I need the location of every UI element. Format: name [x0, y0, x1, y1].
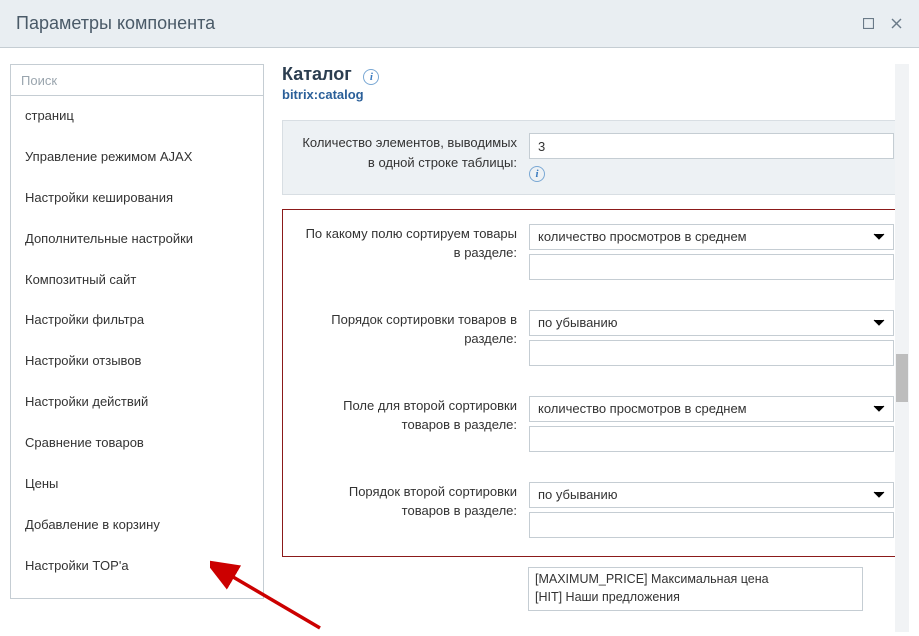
bottom-multiselect[interactable]: [MAXIMUM_PRICE] Максимальная цена [HIT] …	[528, 567, 863, 611]
form-field: количество просмотров в среднем	[529, 396, 894, 456]
sort2-field-input[interactable]	[529, 426, 894, 452]
page-title: Каталог	[282, 64, 352, 84]
main-scrollbar[interactable]	[895, 64, 909, 632]
component-name: bitrix:catalog	[282, 87, 909, 102]
sort1-field-input[interactable]	[529, 254, 894, 280]
main-header: Каталог i bitrix:catalog	[282, 64, 909, 102]
form-label: Порядок сортировки товаров в разделе:	[297, 310, 529, 349]
sidebar-list[interactable]: страниц Управление режимом AJAX Настройк…	[10, 96, 264, 599]
form-field: по убыванию	[529, 482, 894, 542]
multiselect-option[interactable]: [HIT] Наши предложения	[535, 588, 856, 607]
highlight-box: По какому полю сортируем товары в раздел…	[282, 209, 909, 557]
form-field: по убыванию	[529, 310, 894, 370]
sort1-order-select[interactable]: по убыванию	[529, 310, 894, 336]
sort2-field-select[interactable]: количество просмотров в среднем	[529, 396, 894, 422]
form-field: количество просмотров в среднем	[529, 224, 894, 284]
form-row-sort1-field: По какому полю сортируем товары в раздел…	[297, 224, 894, 284]
content-area: страниц Управление режимом AJAX Настройк…	[0, 48, 919, 632]
sidebar-item[interactable]: Настройки фильтра	[11, 300, 263, 341]
sidebar-item[interactable]: Настройки кеширования	[11, 178, 263, 219]
sort2-order-input[interactable]	[529, 512, 894, 538]
sidebar-item[interactable]: Настройки TOP'а	[11, 546, 263, 587]
sidebar-item[interactable]: Дополнительные настройки	[11, 219, 263, 260]
main-panel: Каталог i bitrix:catalog Количество элем…	[264, 64, 909, 632]
form-row-sort1-order: Порядок сортировки товаров в разделе: по…	[297, 310, 894, 370]
sidebar-item[interactable]: Управление режимом AJAX	[11, 137, 263, 178]
window-title: Параметры компонента	[16, 13, 861, 34]
sidebar-item[interactable]: страниц	[11, 96, 263, 137]
form-box-count: Количество элементов, выводимых в одной …	[282, 120, 909, 195]
sidebar-item[interactable]: Настройки отзывов	[11, 341, 263, 382]
bottom-multiselect-wrap: [MAXIMUM_PRICE] Максимальная цена [HIT] …	[528, 567, 909, 611]
form-label: По какому полю сортируем товары в раздел…	[297, 224, 529, 263]
sidebar-item[interactable]: Сравнение товаров	[11, 423, 263, 464]
sort1-order-input[interactable]	[529, 340, 894, 366]
titlebar: Параметры компонента	[0, 0, 919, 48]
form-label: Порядок второй сортировки товаров в разд…	[297, 482, 529, 521]
count-input[interactable]	[529, 133, 894, 159]
sidebar-item[interactable]: Цены	[11, 464, 263, 505]
search-box	[10, 64, 264, 96]
search-input[interactable]	[21, 73, 253, 88]
maximize-button[interactable]	[861, 17, 875, 31]
square-icon	[863, 18, 874, 29]
close-icon	[891, 18, 902, 29]
form-label: Количество элементов, выводимых в одной …	[297, 133, 529, 172]
form-row-sort2-order: Порядок второй сортировки товаров в разд…	[297, 482, 894, 542]
sidebar-item[interactable]: Настройки списка разделов	[11, 587, 263, 599]
multiselect-option[interactable]: [MAXIMUM_PRICE] Максимальная цена	[535, 570, 856, 589]
sidebar-item[interactable]: Настройки действий	[11, 382, 263, 423]
info-icon[interactable]: i	[529, 166, 545, 182]
sort1-field-select[interactable]: количество просмотров в среднем	[529, 224, 894, 250]
sidebar-item[interactable]: Добавление в корзину	[11, 505, 263, 546]
form-field: i	[529, 133, 894, 182]
form-row-sort2-field: Поле для второй сортировки товаров в раз…	[297, 396, 894, 456]
scroll-thumb[interactable]	[896, 354, 908, 402]
sidebar: страниц Управление режимом AJAX Настройк…	[10, 64, 264, 632]
close-button[interactable]	[889, 17, 903, 31]
sort2-order-select[interactable]: по убыванию	[529, 482, 894, 508]
sidebar-item[interactable]: Композитный сайт	[11, 260, 263, 301]
form-label: Поле для второй сортировки товаров в раз…	[297, 396, 529, 435]
info-icon[interactable]: i	[363, 69, 379, 85]
window-controls	[861, 17, 903, 31]
